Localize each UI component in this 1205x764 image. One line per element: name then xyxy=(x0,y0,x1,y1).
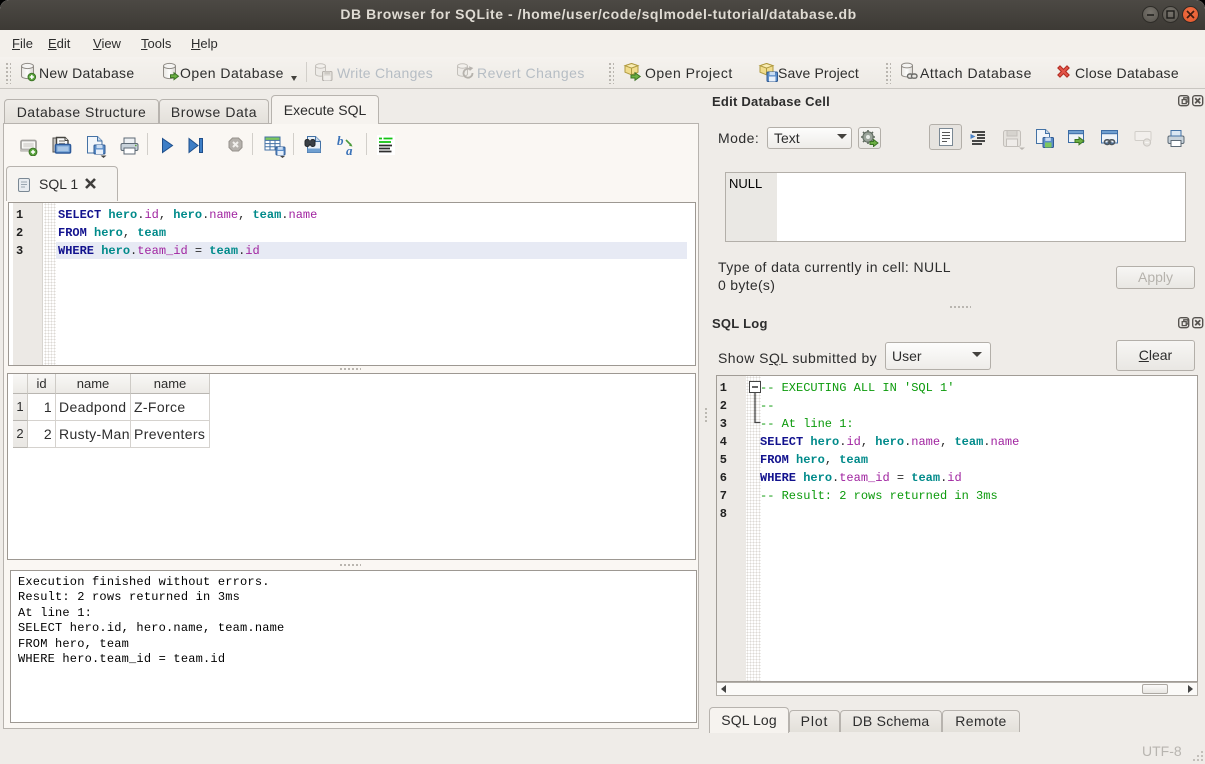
svg-text:b: b xyxy=(337,134,344,148)
svg-text:a: a xyxy=(346,143,353,156)
